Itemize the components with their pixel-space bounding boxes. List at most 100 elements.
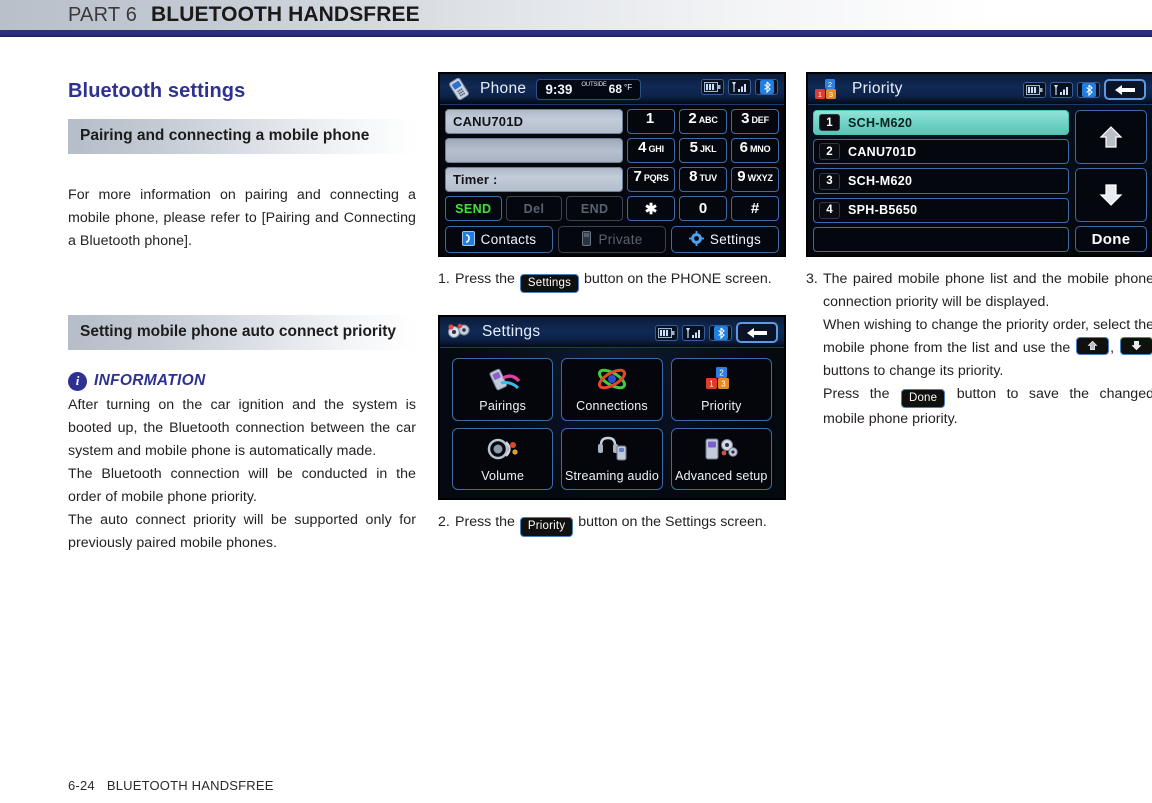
inline-settings-keycap[interactable]: Settings: [519, 274, 580, 294]
tile-label: Streaming audio: [564, 468, 659, 483]
priority-index: 2: [819, 143, 840, 161]
phone-bottom-tabs: Contacts Private Settings: [445, 226, 779, 253]
step-2-text-before: Press the: [455, 514, 515, 531]
done-button[interactable]: Done: [1075, 226, 1147, 252]
tile-volume[interactable]: Volume: [452, 427, 554, 491]
tile-streaming-audio[interactable]: Streaming audio: [561, 427, 663, 491]
step-3-paragraph-2: When wishing to change the priority orde…: [823, 314, 1152, 383]
step-1-text-after: button on the PHONE screen.: [584, 271, 772, 287]
keypad-key-5[interactable]: 5 JKL: [679, 138, 727, 163]
streaming-audio-icon: [595, 436, 629, 467]
tile-label: Priority: [701, 399, 742, 414]
back-arrow-icon[interactable]: [736, 322, 778, 344]
keypad-key-4[interactable]: 4 GHI: [627, 138, 675, 163]
advanced-setup-icon: [702, 436, 740, 467]
step-3-paragraph-3: Press the Done button to save the change…: [823, 383, 1152, 431]
tile-connections[interactable]: Connections: [561, 358, 663, 421]
svg-text:3: 3: [722, 380, 727, 389]
tile-label: Advanced setup: [675, 468, 768, 483]
keypad-key-hash[interactable]: #: [731, 196, 779, 221]
tile-label: Pairings: [479, 399, 527, 414]
priority-row-1[interactable]: 1 SCH-M620: [813, 110, 1069, 136]
phone-name-field[interactable]: CANU701D: [445, 109, 623, 134]
svg-text:2: 2: [720, 369, 725, 378]
priority-index: 3: [819, 172, 840, 190]
signal-bars-icon: [682, 324, 705, 341]
priority-row-3[interactable]: 3 SCH-M620: [813, 168, 1069, 194]
information-paragraph-3: The auto connect priority will be suppor…: [68, 511, 416, 551]
send-button[interactable]: SEND: [445, 196, 502, 221]
phone-screen-status-bar: Phone 9:39 OUTSIDE 68 °F: [440, 74, 784, 105]
up-arrow-icon[interactable]: [1075, 110, 1147, 164]
key-digit: 7: [633, 168, 642, 185]
signal-bars-icon: [1050, 81, 1073, 98]
private-phone-icon: [581, 230, 592, 249]
priority-status-icons: [1023, 79, 1146, 100]
section-heading-pairing: Pairing and connecting a mobile phone: [68, 119, 416, 154]
footer-title: BLUETOOTH HANDSFREE: [106, 778, 274, 793]
inline-done-keycap[interactable]: Done: [900, 389, 946, 409]
tile-priority[interactable]: 2 1 3 Priority: [670, 358, 772, 421]
back-arrow-icon[interactable]: [1104, 79, 1146, 100]
step-2-number: 2.: [438, 514, 450, 531]
step-2-text-after: button on the Settings screen.: [578, 514, 767, 531]
key-digit: 0: [698, 200, 708, 217]
outside-label: OUTSIDE: [581, 82, 607, 88]
settings-screen-title: Settings: [482, 323, 541, 341]
priority-device-name: SPH-B5650: [848, 203, 918, 218]
settings-button[interactable]: Settings: [671, 226, 779, 253]
keypad-key-2[interactable]: 2 ABC: [679, 109, 727, 134]
right-column: 2 1 3 Priority 1 SCH-M620 2 CANU701D 3 S…: [806, 72, 1152, 431]
keypad-key-3[interactable]: 3 DEF: [731, 109, 779, 134]
inline-priority-keycap[interactable]: Priority: [519, 517, 574, 537]
down-arrow-icon[interactable]: [1075, 168, 1147, 222]
connections-icon: [593, 366, 631, 397]
keypad-key-8[interactable]: 8 TUV: [679, 167, 727, 192]
phone-handset-icon: [446, 78, 472, 100]
key-digit: 2: [688, 110, 697, 127]
end-button[interactable]: END: [566, 196, 624, 221]
key-digit: ✱: [644, 200, 658, 218]
settings-screen-image: Settings Pairings Connections 2 1 3 Prio…: [438, 315, 786, 501]
temperature-value: 68: [608, 82, 622, 96]
keypad-key-1[interactable]: 1: [627, 109, 675, 134]
keypad-key-9[interactable]: 9 WXYZ: [731, 167, 779, 192]
phone-screen-image: Phone 9:39 OUTSIDE 68 °F CANU701D Timer …: [438, 72, 786, 257]
keypad-key-star[interactable]: ✱: [627, 196, 675, 221]
phone-number-field[interactable]: [445, 138, 623, 163]
temperature-unit: °F: [624, 83, 633, 92]
keypad-key-0[interactable]: 0: [679, 196, 727, 221]
contacts-button[interactable]: Contacts: [445, 226, 553, 253]
priority-device-name: CANU701D: [848, 144, 917, 159]
priority-row-2[interactable]: 2 CANU701D: [813, 139, 1069, 165]
priority-row-4[interactable]: 4 SPH-B5650: [813, 197, 1069, 223]
outside-temperature: OUTSIDE 68 °F: [581, 82, 633, 96]
key-letters: GHI: [648, 144, 664, 154]
priority-row-empty: [813, 226, 1069, 253]
contacts-icon: [461, 230, 475, 249]
pairings-icon: [483, 366, 523, 397]
tile-advanced-setup[interactable]: Advanced setup: [670, 427, 772, 491]
delete-button[interactable]: Del: [505, 196, 563, 221]
settings-screen-status-bar: Settings: [440, 317, 784, 349]
step-3-para2-after: buttons to change its priority.: [823, 363, 1004, 379]
tile-pairings[interactable]: Pairings: [452, 358, 554, 421]
page-title: Bluetooth settings: [68, 80, 246, 102]
key-letters: TUV: [699, 173, 717, 183]
keypad-key-7[interactable]: 7 PQRS: [627, 167, 675, 192]
information-label: INFORMATION: [94, 372, 206, 390]
inline-down-arrow-keycap[interactable]: [1120, 337, 1152, 355]
private-button[interactable]: Private: [558, 226, 666, 253]
page-header-inner: PART 6 BLUETOOTH HANDSFREE: [68, 0, 420, 30]
key-letters: MNO: [749, 144, 771, 154]
priority-blocks-icon: 2 1 3: [814, 78, 844, 100]
keypad-key-6[interactable]: 6 MNO: [731, 138, 779, 163]
settings-gears-icon: [446, 322, 474, 342]
inline-up-arrow-keycap[interactable]: [1076, 337, 1110, 355]
information-paragraph-1: After turning on the car ignition and th…: [68, 396, 416, 459]
middle-column: Phone 9:39 OUTSIDE 68 °F CANU701D Timer …: [438, 72, 786, 537]
key-letters: JKL: [699, 144, 717, 154]
bluetooth-icon: [755, 79, 778, 95]
svg-text:1: 1: [818, 90, 822, 99]
key-digit: 6: [739, 139, 748, 156]
